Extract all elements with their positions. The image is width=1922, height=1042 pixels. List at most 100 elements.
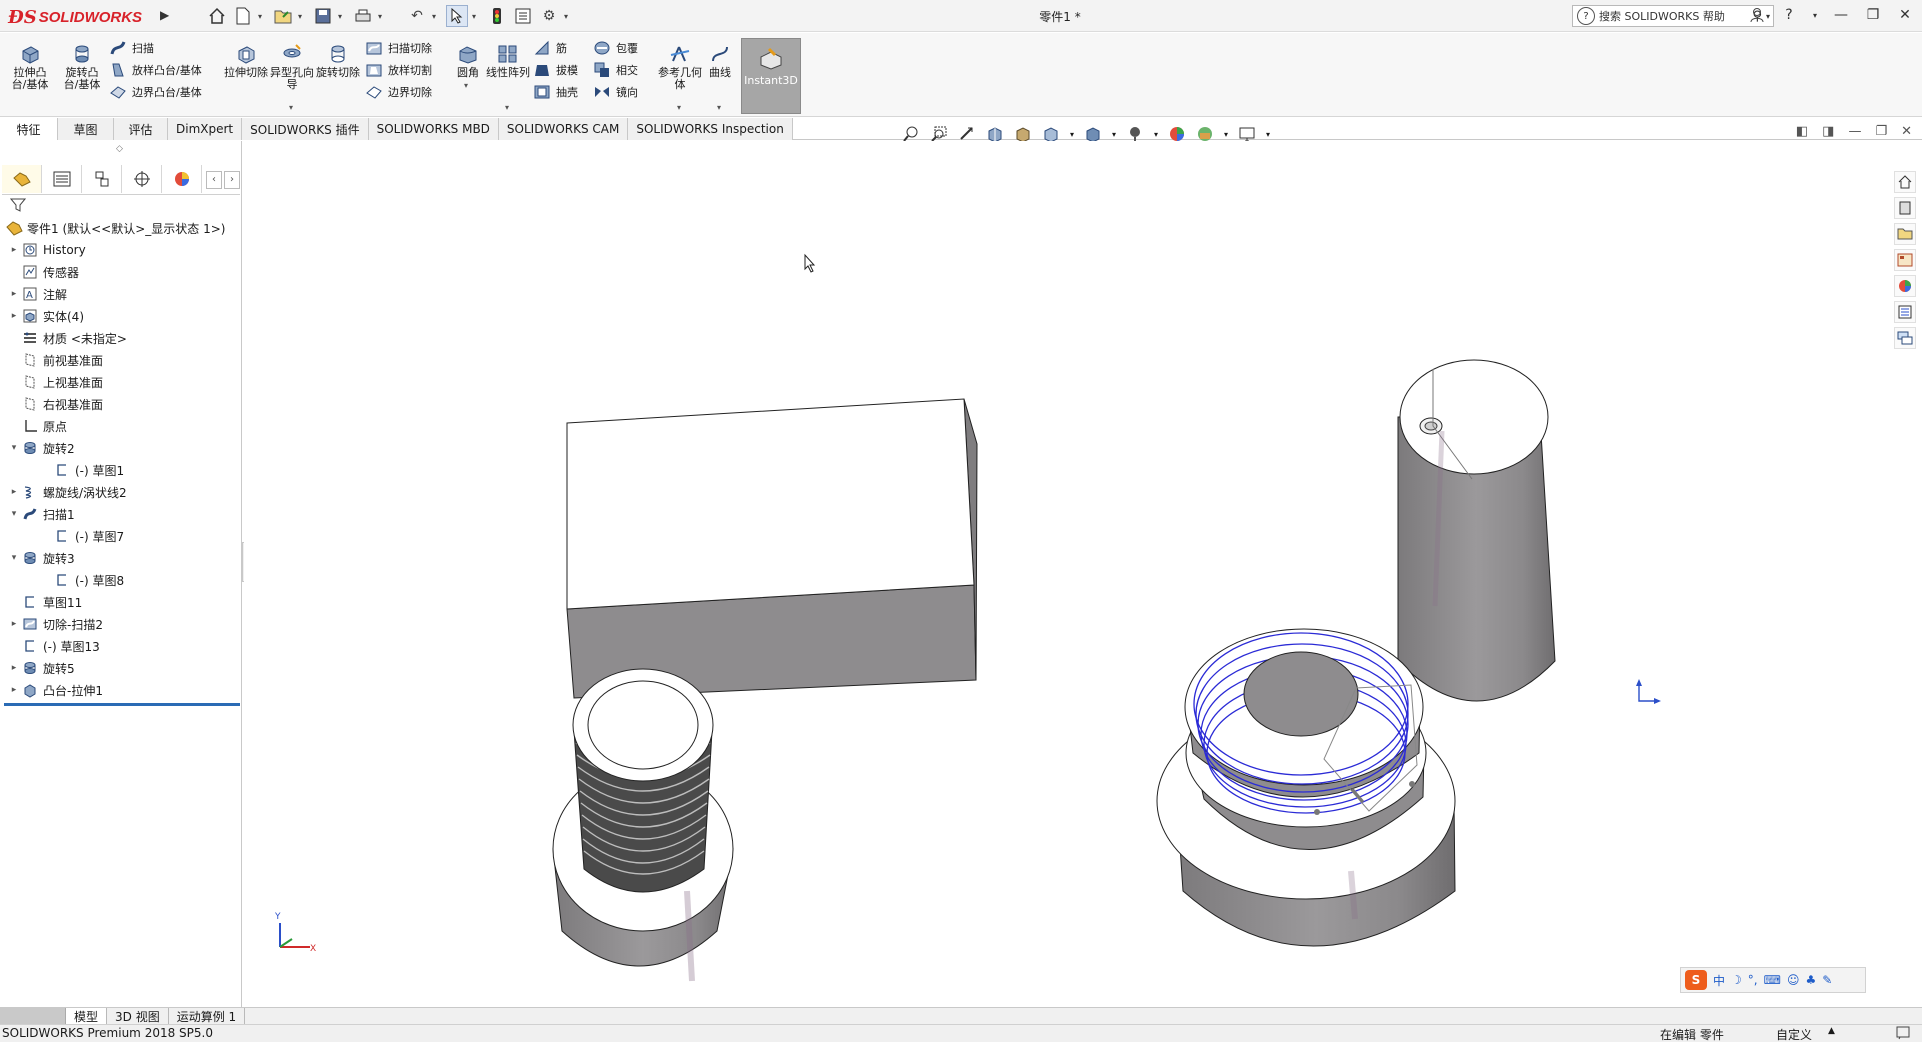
- tab-addins[interactable]: SOLIDWORKS 插件: [242, 118, 369, 140]
- extrude-boss-button[interactable]: 拉伸凸台/基体: [8, 41, 52, 91]
- hole-wizard-dropdown-icon[interactable]: ▾: [289, 103, 293, 112]
- viewport-restore-icon[interactable]: ❐: [1875, 124, 1887, 139]
- new-document-icon[interactable]: [232, 5, 254, 27]
- tree-item[interactable]: (-) 草图13: [0, 635, 242, 657]
- fillet-button[interactable]: 圆角: [446, 41, 490, 79]
- boundary-cut-button[interactable]: 边界切除: [364, 81, 432, 103]
- expand-toggle-icon[interactable]: ▾: [8, 443, 20, 453]
- rebuild-icon[interactable]: [486, 5, 508, 27]
- loft-cut-button[interactable]: 放样切割: [364, 59, 432, 81]
- model-canvas[interactable]: Y X: [244, 141, 1922, 1007]
- expand-toggle-icon[interactable]: ▾: [8, 553, 20, 563]
- tree-item[interactable]: ▸ 凸台-拉伸1: [0, 679, 242, 701]
- menu-expand-icon[interactable]: ▶: [160, 8, 169, 22]
- file-explorer-icon[interactable]: [1894, 223, 1916, 245]
- user-account-icon[interactable]: [1746, 4, 1768, 26]
- help-icon[interactable]: ?: [1778, 4, 1800, 26]
- panel-tab-prev-icon[interactable]: ‹: [206, 170, 222, 189]
- tree-item[interactable]: ▸ 切除-扫描2: [0, 613, 242, 635]
- mirror-button[interactable]: 镜向: [592, 81, 638, 103]
- save-dropdown-icon[interactable]: ▾: [338, 12, 348, 21]
- sweep-cut-button[interactable]: 扫描切除: [364, 37, 432, 59]
- open-dropdown-icon[interactable]: ▾: [298, 12, 308, 21]
- tree-item[interactable]: 材质 <未指定>: [0, 327, 242, 349]
- revolve-cut-button[interactable]: 旋转切除: [316, 41, 360, 79]
- undo-dropdown-icon[interactable]: ▾: [432, 12, 442, 21]
- viewport-prev-icon[interactable]: ◧: [1796, 124, 1808, 139]
- save-icon[interactable]: [312, 5, 334, 27]
- expand-toggle-icon[interactable]: ▸: [8, 619, 20, 629]
- panel-splitter-icon[interactable]: ◇: [116, 144, 123, 154]
- tree-root-part[interactable]: 零件1 (默认<<默认>_显示状态 1>): [0, 217, 242, 239]
- linear-pattern-button[interactable]: 线性阵列: [486, 41, 530, 79]
- view-triad[interactable]: Y X: [274, 912, 316, 954]
- bolt-body[interactable]: [552, 668, 734, 982]
- tree-item[interactable]: ▸ History: [0, 239, 242, 261]
- curves-dropdown-icon[interactable]: ▾: [717, 103, 721, 112]
- nut-body[interactable]: [1156, 628, 1456, 947]
- appearances-scenes-icon[interactable]: [1894, 275, 1916, 297]
- loft-button[interactable]: 放样凸台/基体: [108, 59, 202, 81]
- ime-moon-icon[interactable]: ☽: [1731, 973, 1742, 987]
- filter-icon[interactable]: [9, 197, 27, 217]
- help-dropdown-icon[interactable]: ▾: [1810, 4, 1820, 26]
- tree-item[interactable]: (-) 草图7: [0, 525, 242, 547]
- reference-geometry-dropdown-icon[interactable]: ▾: [677, 103, 681, 112]
- ime-user-icon[interactable]: ☺: [1787, 973, 1800, 987]
- expand-toggle-icon[interactable]: ▸: [8, 311, 20, 321]
- dimxpert-manager-tab-icon[interactable]: [122, 165, 162, 193]
- wrap-button[interactable]: 包覆: [592, 37, 638, 59]
- options-dropdown-icon[interactable]: ▾: [564, 12, 574, 21]
- tab-sketch[interactable]: 草图: [58, 118, 114, 140]
- intersect-button[interactable]: 相交: [592, 59, 638, 81]
- expand-toggle-icon[interactable]: ▸: [8, 289, 20, 299]
- tab-cam[interactable]: SOLIDWORKS CAM: [498, 118, 629, 140]
- viewport-minimize-icon[interactable]: —: [1848, 124, 1861, 139]
- reference-geometry-button[interactable]: 参考几何体: [658, 41, 702, 91]
- expand-toggle-icon[interactable]: ▸: [8, 685, 20, 695]
- help-search-box[interactable]: ? 搜索 SOLIDWORKS 帮助 ⚲ ▾: [1572, 5, 1774, 27]
- tree-item[interactable]: 右视基准面: [0, 393, 242, 415]
- shell-button[interactable]: 抽壳: [532, 81, 578, 103]
- file-properties-icon[interactable]: [512, 5, 534, 27]
- tab-inspection[interactable]: SOLIDWORKS Inspection: [628, 118, 793, 140]
- new-dropdown-icon[interactable]: ▾: [258, 12, 268, 21]
- status-units[interactable]: 自定义: [1776, 1026, 1812, 1042]
- tree-item[interactable]: 传感器: [0, 261, 242, 283]
- tab-3d-view[interactable]: 3D 视图: [107, 1008, 169, 1024]
- graphics-area[interactable]: Y X S 中 ☽ °, ⌨ ☺ ♣ ✎: [244, 141, 1922, 1007]
- tab-scroll-grip[interactable]: [0, 1008, 66, 1024]
- feature-manager-tab-icon[interactable]: [2, 165, 42, 193]
- viewport-next-icon[interactable]: ◨: [1822, 124, 1834, 139]
- tab-dimxpert[interactable]: DimXpert: [168, 118, 243, 140]
- tree-item[interactable]: ▾ 旋转2: [0, 437, 242, 459]
- tree-item[interactable]: ▸ 实体(4): [0, 305, 242, 327]
- tab-motion-study[interactable]: 运动算例 1: [169, 1008, 246, 1024]
- design-library-icon[interactable]: [1894, 197, 1916, 219]
- minimize-icon[interactable]: —: [1830, 4, 1852, 26]
- status-units-arrow[interactable]: ▲: [1828, 1026, 1835, 1036]
- fillet-dropdown-icon[interactable]: ▾: [464, 81, 468, 90]
- ime-language[interactable]: 中: [1713, 972, 1725, 989]
- sweep-button[interactable]: 扫描: [108, 37, 154, 59]
- restore-icon[interactable]: ❐: [1862, 4, 1884, 26]
- tree-item[interactable]: 前视基准面: [0, 349, 242, 371]
- small-cylinder-body[interactable]: [1397, 359, 1556, 702]
- instant3d-button[interactable]: Instant3D: [741, 38, 801, 114]
- expand-toggle-icon[interactable]: ▸: [8, 487, 20, 497]
- solidworks-forum-icon[interactable]: [1894, 327, 1916, 349]
- solidworks-resources-icon[interactable]: [1894, 171, 1916, 193]
- viewport-close-icon[interactable]: ✕: [1901, 124, 1912, 139]
- tab-features[interactable]: 特征: [0, 118, 58, 140]
- panel-tab-next-icon[interactable]: ›: [224, 170, 240, 189]
- print-dropdown-icon[interactable]: ▾: [378, 12, 388, 21]
- expand-toggle-icon[interactable]: ▾: [8, 509, 20, 519]
- tree-item[interactable]: ▸ 旋转5: [0, 657, 242, 679]
- tree-item[interactable]: ▾ 旋转3: [0, 547, 242, 569]
- revolve-boss-button[interactable]: 旋转凸台/基体: [60, 41, 104, 91]
- open-folder-icon[interactable]: [272, 5, 294, 27]
- view-palette-icon[interactable]: [1894, 249, 1916, 271]
- tree-item[interactable]: 上视基准面: [0, 371, 242, 393]
- property-manager-tab-icon[interactable]: [42, 165, 82, 193]
- ime-keyboard-icon[interactable]: ⌨: [1764, 973, 1781, 987]
